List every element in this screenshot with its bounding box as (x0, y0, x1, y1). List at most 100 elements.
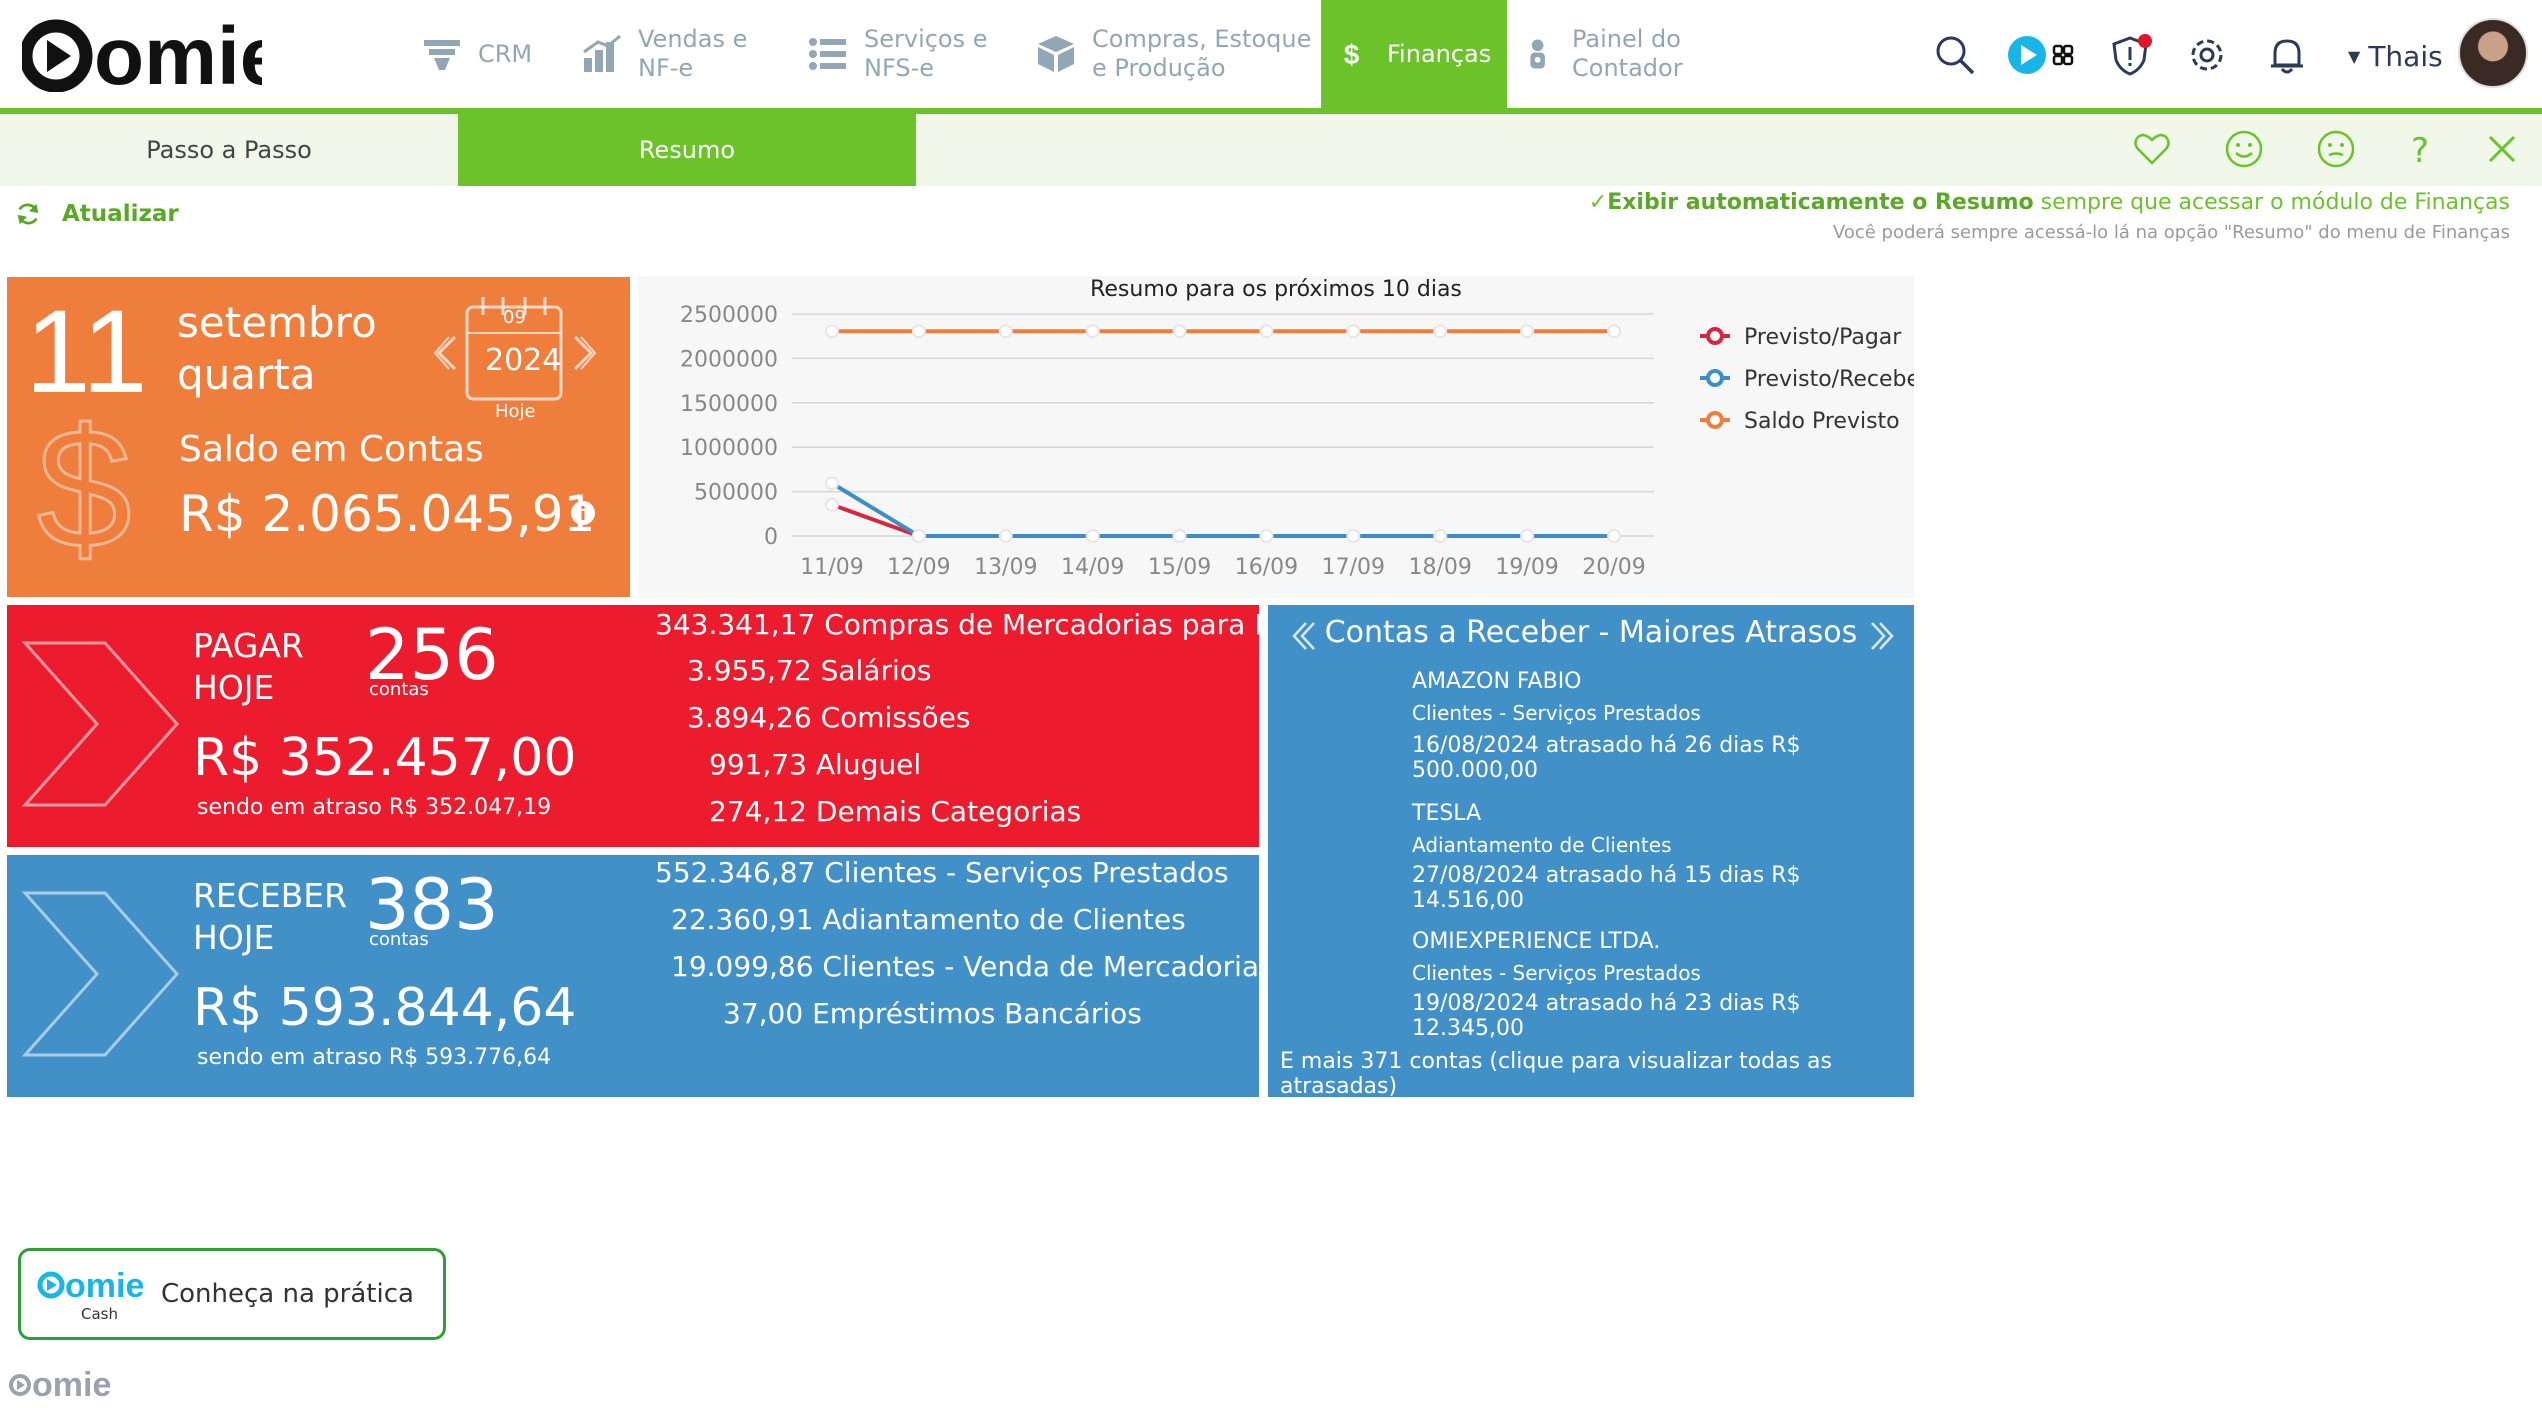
chart-data-point (1607, 529, 1621, 543)
tab-passo-a-passo[interactable]: Passo a Passo (0, 114, 458, 186)
omie-apps-icon[interactable] (2006, 34, 2076, 76)
box-icon (1038, 36, 1074, 72)
chart-data-point (1520, 529, 1535, 543)
prev-date-chevron-icon[interactable] (433, 333, 459, 373)
receivables-category-row[interactable]: 552.346,87 Clientes - Serviços Prestados (655, 855, 1229, 893)
cash-logo-sub: Cash (81, 1305, 118, 1323)
calendar-month: 09 (503, 307, 526, 328)
avatar[interactable] (2458, 18, 2528, 88)
refresh-button[interactable]: Atualizar (14, 200, 179, 228)
overdue-client-name[interactable]: AMAZON FABIO (1412, 669, 1582, 694)
category-value: 552.346,87 (655, 856, 816, 889)
chevron-right-icon (21, 891, 180, 1057)
receivables-category-row[interactable]: 22.360,91 Adiantamento de Clientes (671, 900, 1186, 940)
nav-item-painel[interactable]: Painel do Contador (1526, 0, 1726, 108)
overdue-client-name[interactable]: TESLA (1412, 801, 1481, 826)
chart-series-line (831, 502, 1614, 538)
chart-data-point (1433, 529, 1448, 543)
payables-total: R$ 352.457,00 (193, 728, 577, 788)
chart-x-tick-label: 16/09 (1235, 555, 1298, 580)
payables-category-row[interactable]: 3.955,72 Salários (687, 651, 931, 691)
chart-data-point (1433, 324, 1448, 339)
close-icon[interactable] (2482, 129, 2522, 169)
overdue-client-detail: 19/08/2024 atrasado há 23 dias R$ 12.345… (1412, 991, 1801, 1041)
footer-omie-logo: omie (9, 1366, 111, 1400)
heart-icon[interactable] (2132, 129, 2172, 169)
forecast-chart: Resumo para os próximos 10 dias 2500000 20… (638, 276, 1930, 598)
chart-data-point (825, 324, 839, 339)
funnel-icon (424, 40, 460, 70)
nav-item-compras[interactable]: Compras, Estoque e Produção (1034, 0, 1314, 108)
overdue-client-name[interactable]: OMIEXPERIENCE LTDA. (1412, 929, 1660, 954)
view-all-overdue-link[interactable]: E mais 371 contas (clique para visualiza… (1280, 1049, 1914, 1097)
cash-promo-label: Conheça na prática (161, 1279, 414, 1309)
category-value: 3.955,72 (687, 654, 812, 687)
chart-data-point (825, 476, 839, 491)
chart-legend-marker (1706, 369, 1724, 387)
security-alert-icon[interactable] (2110, 34, 2152, 76)
omie-cash-promo[interactable]: omie Cash Conheça na prática (18, 1248, 446, 1340)
omie-cash-logo: omie Cash (37, 1267, 144, 1323)
chart-data-point (1259, 529, 1274, 543)
nav-label: Finanças (1387, 39, 1492, 68)
balance-value: R$ 2.065.045,91 (179, 485, 596, 543)
calendar-year: 2024 (485, 343, 562, 378)
month-name: setembro (177, 298, 377, 347)
chart-data-point (998, 324, 1013, 339)
svg-text:$: $ (37, 397, 132, 567)
calendar-today-link[interactable]: Hoje (495, 401, 536, 422)
chart-legend-label: Saldo Previsto (1744, 409, 1900, 434)
next-date-chevron-icon[interactable] (571, 333, 597, 373)
payables-overdue: sendo em atraso R$ 352.047,19 (197, 795, 552, 820)
receivables-category-row[interactable]: 37,00 Empréstimos Bancários (723, 994, 1142, 1034)
payables-today-card[interactable]: PAGAR HOJE 256 contas R$ 352.457,00 send… (7, 605, 1259, 847)
next-arrow-icon[interactable] (1868, 619, 1900, 653)
nav-item-financas[interactable]: $ Finanças (1321, 0, 1507, 108)
payables-category-row[interactable]: 274,12 Demais Categorias (709, 792, 1081, 832)
refresh-label: Atualizar (62, 201, 179, 227)
chart-data-point (1346, 324, 1361, 339)
tab-resumo[interactable]: Resumo (458, 114, 916, 186)
chart-data-point (1520, 324, 1535, 339)
chart-x-tick-label: 15/09 (1148, 555, 1211, 580)
nav-label: Contador (1572, 54, 1683, 82)
svg-text:?: ? (2411, 131, 2429, 169)
payables-when-label: HOJE (193, 668, 275, 707)
info-icon[interactable] (569, 499, 597, 527)
chart-y-tick-label: 2000000 (680, 347, 778, 372)
payables-category-row[interactable]: 343.341,17 Compras de Mercadorias para R… (655, 605, 1259, 645)
prev-arrow-icon[interactable] (1286, 619, 1318, 653)
auto-show-toggle[interactable]: ✓Exibir automaticamente o Resumo sempre … (1589, 190, 2510, 215)
user-name: Thais (2368, 40, 2443, 73)
bell-icon[interactable] (2266, 34, 2308, 76)
payables-category-row[interactable]: 991,73 Aluguel (709, 745, 921, 785)
omie-logo[interactable]: omie (22, 16, 262, 92)
footer-logo-text: omie (32, 1366, 111, 1400)
chart-title: Resumo para os próximos 10 dias (1090, 277, 1462, 302)
category-name: Clientes - Venda de Mercadoria Fa (822, 950, 1259, 983)
bar-chart-icon (583, 34, 621, 72)
category-value: 22.360,91 (671, 903, 814, 936)
person-icon (1530, 39, 1545, 69)
neutral-face-icon[interactable] (2316, 129, 2356, 169)
tab-label: Passo a Passo (146, 136, 312, 164)
chart-legend-label: Previsto/Pagar (1744, 325, 1902, 350)
gear-icon[interactable] (2186, 34, 2228, 76)
nav-item-servicos[interactable]: Serviços e NFS-e (806, 0, 1006, 108)
category-name: Empréstimos Bancários (812, 997, 1142, 1030)
nav-label: Painel do (1572, 25, 1681, 53)
forecast-chart-svg: Resumo para os próximos 10 dias 2500000 20… (680, 277, 1930, 580)
receivables-today-card[interactable]: RECEBER HOJE 383 contas R$ 593.844,64 se… (7, 855, 1259, 1097)
panel-title: Contas a Receber - Maiores Atrasos (1324, 615, 1858, 650)
chart-y-tick-label: 1000000 (680, 436, 778, 461)
receivables-category-row[interactable]: 19.099,86 Clientes - Venda de Mercadoria… (671, 947, 1259, 987)
search-icon[interactable] (1934, 34, 1976, 76)
smile-icon[interactable] (2224, 129, 2264, 169)
nav-item-vendas[interactable]: Vendas e NF-e (580, 0, 780, 108)
help-icon[interactable]: ? (2402, 129, 2442, 169)
overdue-receivables-panel[interactable]: Contas a Receber - Maiores Atrasos AMAZO… (1268, 605, 1914, 1097)
nav-item-crm[interactable]: CRM (420, 0, 540, 108)
nav-label: e Produção (1092, 54, 1226, 82)
user-menu[interactable]: ▼ Thais (2348, 40, 2443, 73)
payables-category-row[interactable]: 3.894,26 Comissões (687, 698, 970, 738)
